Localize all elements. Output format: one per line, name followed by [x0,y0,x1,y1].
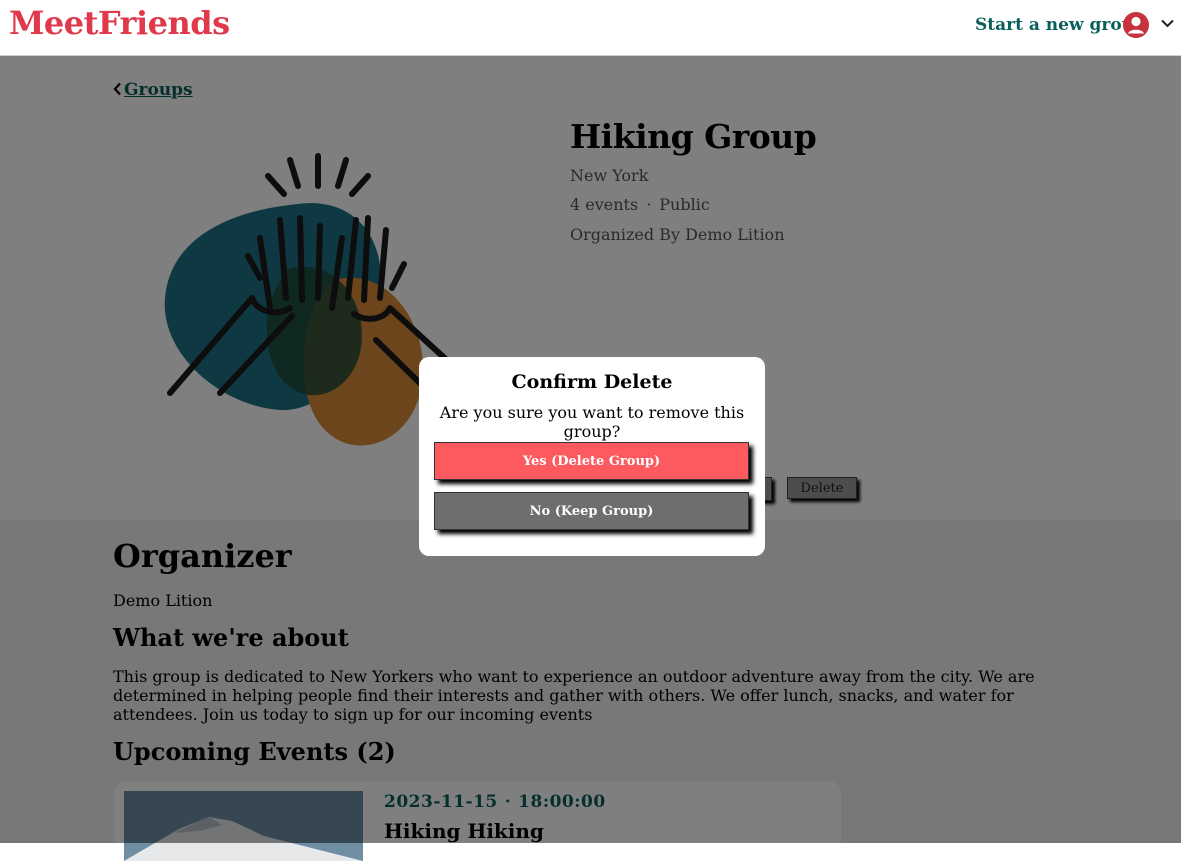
confirm-delete-button[interactable]: Yes (Delete Group) [434,442,749,480]
start-new-group-link[interactable]: Start a new group [975,15,1146,35]
top-nav: MeetFriends Start a new group [0,0,1181,56]
modal-title: Confirm Delete [511,371,673,393]
confirm-delete-modal: Confirm Delete Are you sure you want to … [419,357,765,556]
user-circle-icon[interactable] [1122,11,1150,39]
logo[interactable]: MeetFriends [9,4,230,42]
chevron-down-icon[interactable] [1160,16,1175,31]
modal-message: Are you sure you want to remove this gro… [439,403,745,441]
keep-group-button[interactable]: No (Keep Group) [434,492,749,530]
